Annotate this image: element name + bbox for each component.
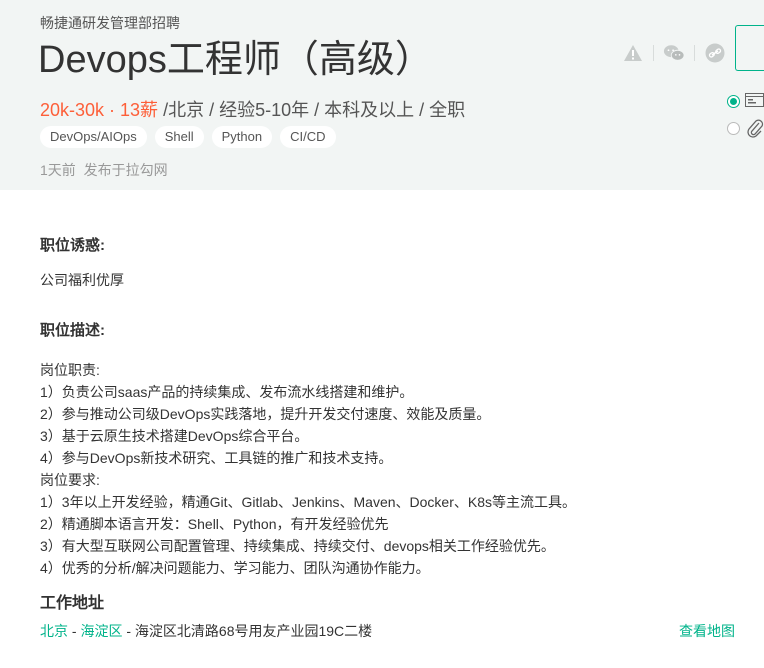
description-line: 1）负责公司saas产品的持续集成、发布流水线搭建和维护。 [40, 384, 414, 400]
perks-title: 职位诱惑: [40, 237, 105, 254]
publish-info: 1天前 发布于拉勾网 [40, 160, 168, 180]
description-line: 4）优秀的分析/解决问题能力、学习能力、团队沟通协作能力。 [40, 560, 430, 576]
publish-source: 发布于拉勾网 [83, 162, 168, 178]
resume-attachment-radio[interactable] [727, 122, 740, 135]
paperclip-icon [746, 118, 764, 143]
job-header: 畅捷通研发管理部招聘 Devops工程师（高级） 20k-30k · 13薪 /… [0, 0, 764, 190]
description-line: 3）有大型互联网公司配置管理、持续集成、持续交付、devops相关工作经验优先。 [40, 538, 555, 554]
address-separator: - [68, 623, 81, 639]
job-meta: 20k-30k · 13薪 /北京 / 经验5-10年 / 本科及以上 / 全职 [40, 96, 465, 122]
company-name[interactable]: 畅捷通研发管理部招聘 [40, 13, 180, 33]
link-icon[interactable] [704, 42, 726, 64]
description-line: 4）参与DevOps新技术研究、工具链的推广和技术支持。 [40, 450, 393, 466]
salary: 20k-30k · 13薪 [40, 100, 159, 120]
job-requirements: /北京 / 经验5-10年 / 本科及以上 / 全职 [158, 100, 466, 120]
wechat-icon[interactable] [663, 42, 685, 64]
job-title: Devops工程师（高级） [38, 39, 433, 81]
address-separator: - [122, 623, 135, 639]
warning-icon[interactable] [622, 42, 644, 64]
tag[interactable]: DevOps/AIOps [40, 126, 147, 148]
description-title: 职位描述: [40, 322, 105, 339]
description-line: 2）精通脚本语言开发：Shell、Python，有开发经验优先 [40, 516, 389, 532]
description-line: 岗位职责: [40, 362, 100, 378]
perks-text: 公司福利优厚 [40, 272, 124, 288]
side-action-button[interactable] [735, 25, 764, 71]
description-line: 岗位要求: [40, 472, 100, 488]
description-line: 2）参与推动公司级DevOps实践落地，提升开发交付速度、效能及质量。 [40, 406, 491, 422]
address-city[interactable]: 北京 [40, 623, 68, 639]
address-title: 工作地址 [40, 595, 105, 612]
address-district[interactable]: 海淀区 [80, 623, 122, 639]
action-icons [622, 42, 726, 64]
description-line: 3）基于云原生技术搭建DevOps综合平台。 [40, 428, 309, 444]
resume-online-radio[interactable] [727, 95, 740, 108]
tag[interactable]: Python [211, 126, 273, 148]
online-resume-icon [745, 93, 764, 112]
tag[interactable]: CI/CD [280, 126, 336, 148]
tag[interactable]: Shell [154, 126, 204, 148]
work-address: 北京 - 海淀区 - 海淀区北清路68号用友产业园19C二楼 [40, 621, 372, 641]
publish-time: 1天前 [40, 162, 76, 178]
address-detail: 海淀区北清路68号用友产业园19C二楼 [134, 623, 373, 639]
divider [653, 45, 654, 61]
description-line: 1）3年以上开发经验，精通Git、Gitlab、Jenkins、Maven、Do… [40, 494, 576, 510]
tag-list: DevOps/AIOps Shell Python CI/CD [40, 126, 336, 148]
divider [694, 45, 695, 61]
view-map-link[interactable]: 查看地图 [679, 621, 735, 641]
